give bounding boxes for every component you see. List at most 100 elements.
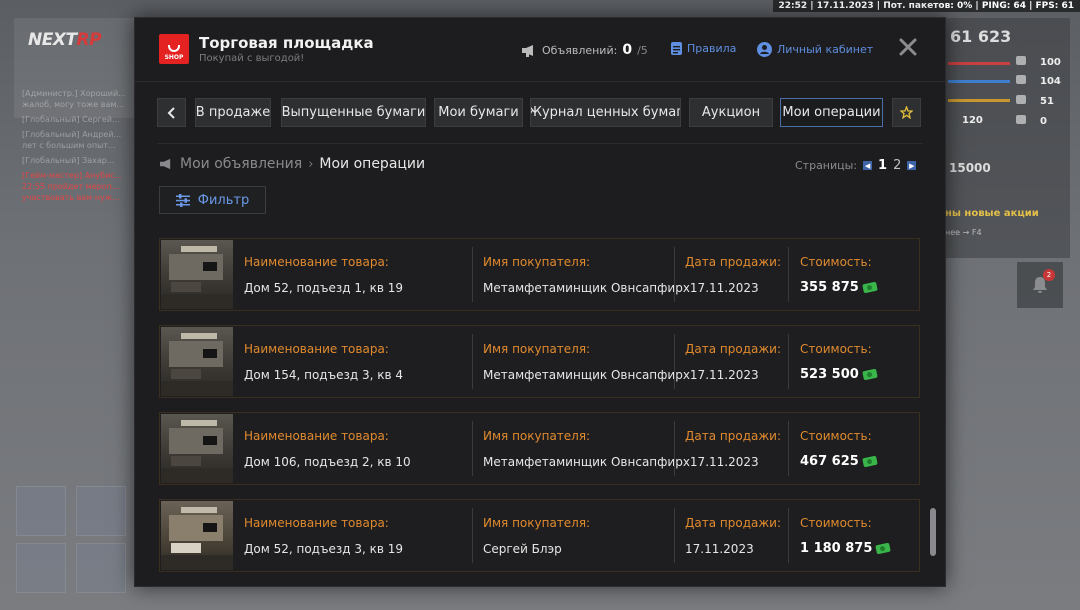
stat-signal: 51 — [1016, 95, 1054, 107]
stat-energy: 104 — [1016, 75, 1061, 87]
price-amount: 355 875 — [800, 280, 859, 295]
item-name: Дом 52, подъезд 3, кв 19 — [244, 542, 403, 556]
buyer-label: Имя покупателя: — [483, 255, 591, 269]
shop-logo: SHOP — [159, 34, 189, 64]
operations-list: Наименование товара: Дом 52, подъезд 1, … — [159, 238, 921, 573]
megaphone-icon — [522, 44, 533, 57]
ads-total: /5 — [637, 43, 648, 57]
chat-line: лет с большим опыт... — [22, 141, 116, 150]
column-divider — [788, 508, 789, 563]
back-button[interactable] — [157, 98, 186, 127]
health-bar — [948, 62, 1010, 65]
stat-value: 51 — [1040, 96, 1054, 107]
marketplace-modal: SHOP Торговая площадка Покупай с выгодой… — [134, 17, 946, 587]
property-image — [161, 240, 233, 309]
document-icon — [671, 42, 682, 55]
shop-logo-text: SHOP — [164, 54, 184, 61]
price-label: Стоимость: — [800, 255, 872, 269]
list-item[interactable]: Наименование товара: Дом 106, подъезд 2,… — [159, 412, 920, 485]
heart-icon — [1016, 56, 1026, 65]
user-circle-icon — [757, 42, 772, 57]
tab-issued-papers[interactable]: Выпущенные бумаги — [281, 98, 426, 127]
lightning-icon — [1016, 75, 1026, 84]
sale-date: 17.11.2023 — [685, 542, 754, 556]
buyer-label: Имя покупателя: — [483, 342, 591, 356]
tab-my-operations[interactable]: Мои операции — [780, 98, 883, 127]
chat-line: [Глобальный] Захар... — [22, 156, 115, 165]
list-item[interactable]: Наименование товара: Дом 154, подъезд 3,… — [159, 325, 920, 398]
cash-icon — [862, 281, 878, 294]
rules-link[interactable]: Правила — [671, 42, 736, 55]
money-small: 15000 — [949, 161, 991, 175]
breadcrumb-separator: › — [308, 156, 314, 172]
chat-log: [Администр.] Хороший... жалоб, могу тоже… — [22, 88, 140, 203]
divider — [157, 143, 923, 144]
modal-title: Торговая площадка — [199, 34, 374, 52]
favorites-button[interactable] — [892, 98, 921, 127]
price-value: 355 875 — [800, 280, 878, 295]
property-image — [161, 501, 233, 570]
megaphone-icon — [160, 158, 171, 170]
ads-count: 0 — [622, 42, 633, 58]
price-amount: 467 625 — [800, 454, 859, 469]
filter-button[interactable]: Фильтр — [159, 186, 266, 214]
tab-for-sale[interactable]: В продаже — [195, 98, 271, 127]
next-page-button[interactable]: ▶ — [907, 161, 917, 170]
list-item[interactable]: Наименование товара: Дом 52, подъезд 3, … — [159, 499, 920, 572]
item-label: Наименование товара: — [244, 429, 389, 443]
date-label: Дата продажи: — [685, 516, 781, 530]
date-label: Дата продажи: — [685, 255, 781, 269]
inventory-slot[interactable] — [16, 486, 66, 536]
column-divider — [674, 334, 675, 389]
column-divider — [472, 421, 473, 476]
modal-subtitle: Покупай с выгодой! — [199, 53, 305, 64]
price-label: Стоимость: — [800, 342, 872, 356]
column-divider — [788, 421, 789, 476]
stat-value: 100 — [1040, 57, 1061, 68]
column-divider — [472, 508, 473, 563]
cabinet-link[interactable]: Личный кабинет — [757, 42, 873, 57]
price-label: Стоимость: — [800, 429, 872, 443]
item-name: Дом 154, подъезд 3, кв 4 — [244, 368, 403, 382]
page-1[interactable]: 1 — [878, 158, 887, 173]
column-divider — [674, 247, 675, 302]
column-divider — [472, 334, 473, 389]
armor-bar — [948, 80, 1010, 83]
item-label: Наименование товара: — [244, 516, 389, 530]
property-image — [161, 327, 233, 396]
tab-auction[interactable]: Аукцион — [689, 98, 773, 127]
hud-right-panel — [946, 18, 1070, 258]
tab-securities-journal[interactable]: Журнал ценных бумаг — [530, 98, 681, 127]
breadcrumb-root[interactable]: Мои объявления — [180, 156, 302, 172]
modal-header: SHOP Торговая площадка Покупай с выгодой… — [135, 18, 945, 82]
list-scrollbar[interactable] — [930, 508, 936, 556]
buyer-name: Метамфетаминщик Овнсапфирх17.11.2023 — [483, 281, 759, 295]
close-button[interactable] — [897, 36, 919, 58]
date-label: Дата продажи: — [685, 342, 781, 356]
prev-page-button[interactable]: ◀ — [863, 161, 873, 170]
column-divider — [788, 334, 789, 389]
notification-bell[interactable]: 2 — [1017, 262, 1063, 308]
tab-bar: В продаже Выпущенные бумаги Мои бумаги Ж… — [157, 98, 927, 128]
inventory-slot[interactable] — [16, 543, 66, 593]
column-divider — [472, 247, 473, 302]
stat-value: 104 — [1040, 76, 1061, 87]
stat-health: 100 — [1016, 56, 1061, 68]
brand-b: RP — [76, 30, 102, 50]
item-label: Наименование товара: — [244, 255, 389, 269]
cabinet-label: Личный кабинет — [777, 43, 874, 56]
tab-my-papers[interactable]: Мои бумаги — [434, 98, 523, 127]
shield-icon — [1016, 115, 1026, 124]
buyer-name: Сергей Блэр — [483, 542, 562, 556]
status-topbar: 22:52 | 17.11.2023 | Пот. пакетов: 0% | … — [772, 0, 1080, 12]
stat-shield: 0 — [1016, 115, 1047, 127]
pagination-label: Страницы: — [795, 159, 858, 172]
inventory-slot[interactable] — [76, 486, 126, 536]
chat-line-red: [Гейм-мастер] Анубис... 22:55 пройдет ме… — [22, 171, 123, 202]
price-amount: 1 180 875 — [800, 541, 873, 556]
list-item[interactable]: Наименование товара: Дом 52, подъезд 1, … — [159, 238, 920, 311]
inventory-slot[interactable] — [76, 543, 126, 593]
page-2[interactable]: 2 — [893, 158, 901, 173]
chat-line: [Глобальный] Андрей... — [22, 130, 122, 139]
chat-line: [Администр.] Хороший... — [22, 89, 126, 98]
